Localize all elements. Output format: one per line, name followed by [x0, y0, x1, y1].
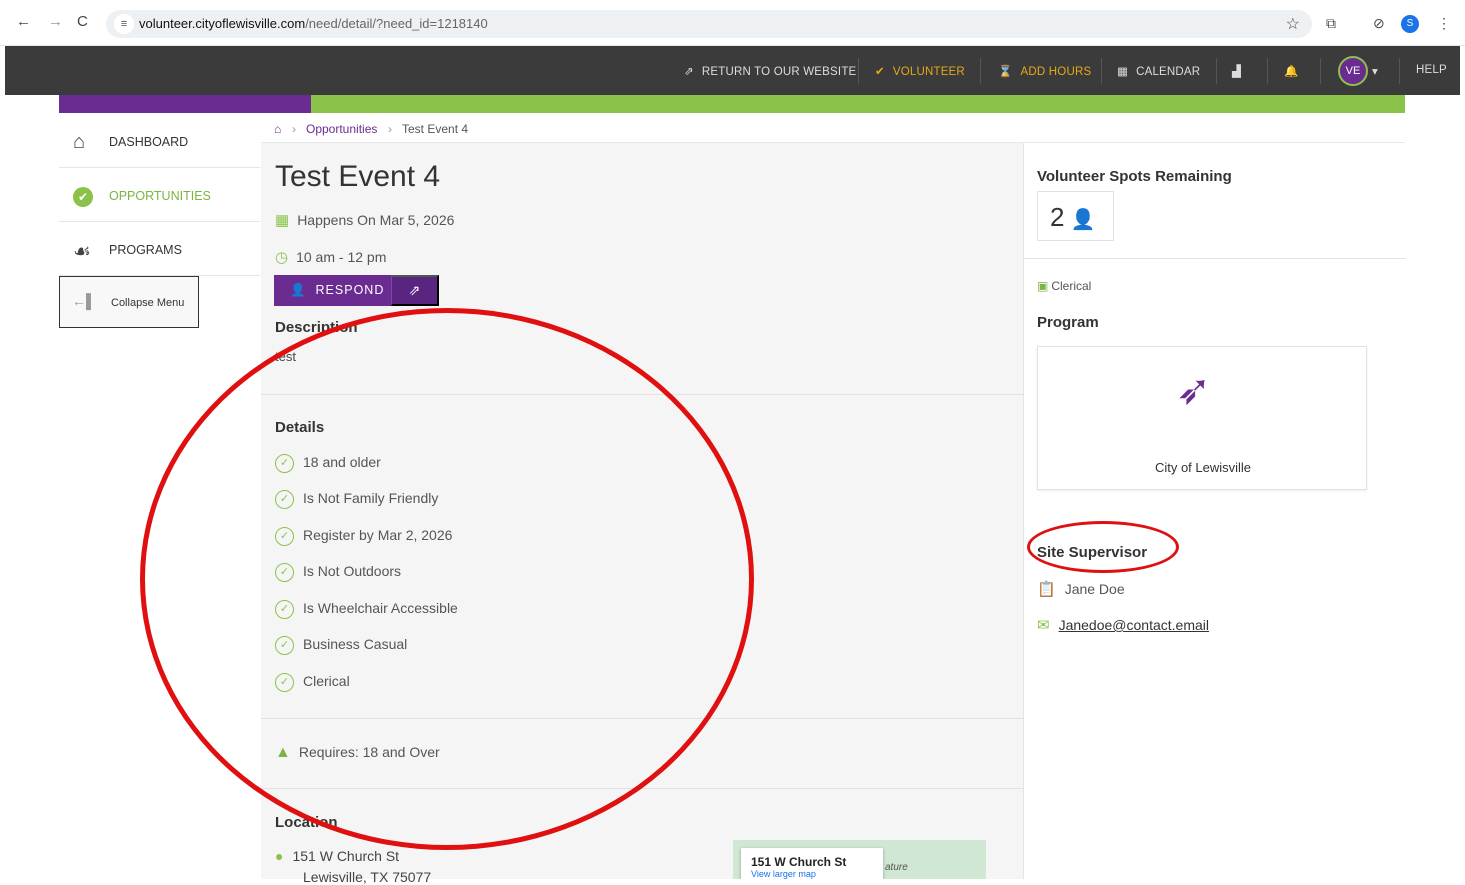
clipboard-icon: 📋: [1037, 581, 1056, 598]
calendar-icon: ▦: [1117, 66, 1129, 78]
help-link[interactable]: HELP: [1416, 64, 1447, 76]
sidebar-item-label: DASHBOARD: [109, 135, 189, 149]
house-icon: ⌂: [73, 131, 86, 153]
right-panel: Volunteer Spots Remaining 2 👤 ▣ Clerical P…: [1023, 143, 1406, 879]
nav-divider: [1399, 58, 1400, 84]
event-time: ◷ 10 am - 12 pm: [275, 249, 387, 266]
breadcrumb-separator: ›: [292, 122, 296, 136]
return-to-website-link[interactable]: ⇗ RETURN TO OUR WEBSITE: [684, 64, 856, 78]
event-date: ▦ Happens On Mar 5, 2026: [275, 212, 455, 229]
person-icon: 👤: [1070, 209, 1096, 231]
share-icon: ⇗: [408, 282, 421, 298]
spots-remaining-box: 2 👤: [1037, 191, 1114, 241]
program-name: City of Lewisville: [1154, 460, 1252, 475]
sidebar-item-label: OPPORTUNITIES: [109, 189, 211, 203]
browser-menu-icon[interactable]: ⋮: [1437, 15, 1451, 32]
reports-chart-icon[interactable]: ▟: [1232, 64, 1241, 78]
header-banner-purple: [59, 95, 311, 113]
supervisor-email: ✉ Janedoe@contact.email: [1037, 616, 1209, 634]
map-pin-icon: ●: [275, 848, 284, 864]
collapse-menu-button[interactable]: ←▌ Collapse Menu: [59, 276, 199, 328]
sidebar-item-dashboard[interactable]: ⌂ DASHBOARD: [59, 114, 260, 168]
map-feature-label: ature: [885, 862, 908, 873]
chevron-down-icon[interactable]: ▾: [1372, 64, 1378, 78]
browser-toolbar: ← → C ≡ volunteer.cityoflewisville.com/n…: [0, 0, 1465, 46]
url-text: volunteer.cityoflewisville.com/need/deta…: [139, 16, 488, 31]
spots-remaining-heading: Volunteer Spots Remaining: [1037, 168, 1232, 185]
forward-arrow-icon[interactable]: →: [48, 13, 63, 30]
tab-search-icon[interactable]: ⧉: [1326, 15, 1336, 32]
program-heading: Program: [1037, 314, 1099, 331]
nav-divider: [1101, 58, 1102, 84]
program-card[interactable]: ➶ City of Lewisville: [1037, 346, 1367, 490]
collapse-arrow-icon: ←▌: [72, 293, 96, 309]
supervisor-name: 📋 Jane Doe: [1037, 581, 1125, 598]
hand-heart-icon: ☙: [73, 241, 91, 263]
breadcrumb-current: Test Event 4: [402, 122, 469, 136]
envelope-icon: ✉: [1037, 617, 1050, 634]
external-link-icon: ⇗: [684, 66, 694, 78]
share-button[interactable]: ⇗: [391, 275, 439, 306]
extensions-icon[interactable]: ⊘: [1373, 15, 1385, 32]
supervisor-email-link[interactable]: Janedoe@contact.email: [1059, 617, 1209, 633]
annotation-circle-details: [140, 308, 754, 850]
user-avatar[interactable]: VE: [1338, 56, 1368, 86]
calendar-icon: ▦: [275, 212, 290, 229]
top-navigation: ⇗ RETURN TO OUR WEBSITE ✔ VOLUNTEER ⌛ ADD H…: [5, 46, 1460, 95]
nav-divider: [1320, 58, 1321, 84]
collapse-menu-label: Collapse Menu: [111, 297, 185, 309]
bookmark-star-icon[interactable]: ☆: [1286, 14, 1300, 34]
nav-divider: [1267, 58, 1268, 84]
header-banner-green: [311, 95, 1405, 113]
respond-button[interactable]: 👤 RESPOND: [274, 275, 391, 306]
address-bar[interactable]: ≡ volunteer.cityoflewisville.com/need/de…: [106, 10, 1312, 38]
map-info-card: 151 W Church St View larger map: [741, 848, 883, 879]
nav-divider: [1216, 58, 1217, 84]
nav-divider: [980, 58, 981, 84]
check-badge-icon: ✔: [875, 66, 885, 78]
notifications-bell-icon[interactable]: 🔔: [1284, 64, 1299, 78]
hourglass-icon: ⌛: [998, 66, 1013, 78]
nav-divider: [858, 58, 859, 84]
sidebar-item-opportunities[interactable]: ✔ OPPORTUNITIES: [59, 168, 260, 222]
sidebar-item-programs[interactable]: ☙ PROGRAMS: [59, 222, 260, 276]
person-icon: 👤: [290, 283, 307, 297]
breadcrumb-link-opportunities[interactable]: Opportunities: [306, 122, 377, 136]
annotation-circle-supervisor: [1027, 521, 1179, 573]
profile-avatar[interactable]: S: [1401, 15, 1419, 33]
home-icon[interactable]: ⌂: [274, 122, 281, 136]
reload-icon[interactable]: C: [77, 13, 88, 30]
calendar-nav-link[interactable]: ▦ CALENDAR: [1117, 64, 1200, 78]
briefcase-icon: ▣: [1037, 279, 1049, 293]
map-card-title: 151 W Church St: [751, 855, 847, 869]
breadcrumb: ⌂ › Opportunities › Test Event 4: [261, 113, 1405, 143]
check-circle-icon: ✔: [73, 184, 93, 207]
breadcrumb-separator: ›: [388, 122, 392, 136]
address-line-2: Lewisville, TX 75077: [303, 869, 432, 885]
clock-icon: ◷: [275, 249, 289, 266]
category-tag: ▣ Clerical: [1037, 279, 1092, 293]
volunteer-nav-link[interactable]: ✔ VOLUNTEER: [875, 64, 965, 78]
site-info-icon[interactable]: ≡: [114, 14, 134, 34]
add-hours-nav-link[interactable]: ⌛ ADD HOURS: [998, 64, 1091, 78]
bird-logo-icon: ➶: [1176, 366, 1212, 413]
location-map[interactable]: 151 W Church St View larger map ature: [733, 840, 986, 879]
sidebar-item-label: PROGRAMS: [109, 243, 182, 257]
back-arrow-icon[interactable]: ←: [16, 13, 31, 30]
address-line-1: ● 151 W Church St: [275, 848, 400, 864]
view-larger-map-link[interactable]: View larger map: [751, 869, 873, 879]
spots-count: 2: [1050, 202, 1065, 232]
section-divider: [1024, 258, 1406, 259]
page-title: Test Event 4: [275, 160, 441, 193]
